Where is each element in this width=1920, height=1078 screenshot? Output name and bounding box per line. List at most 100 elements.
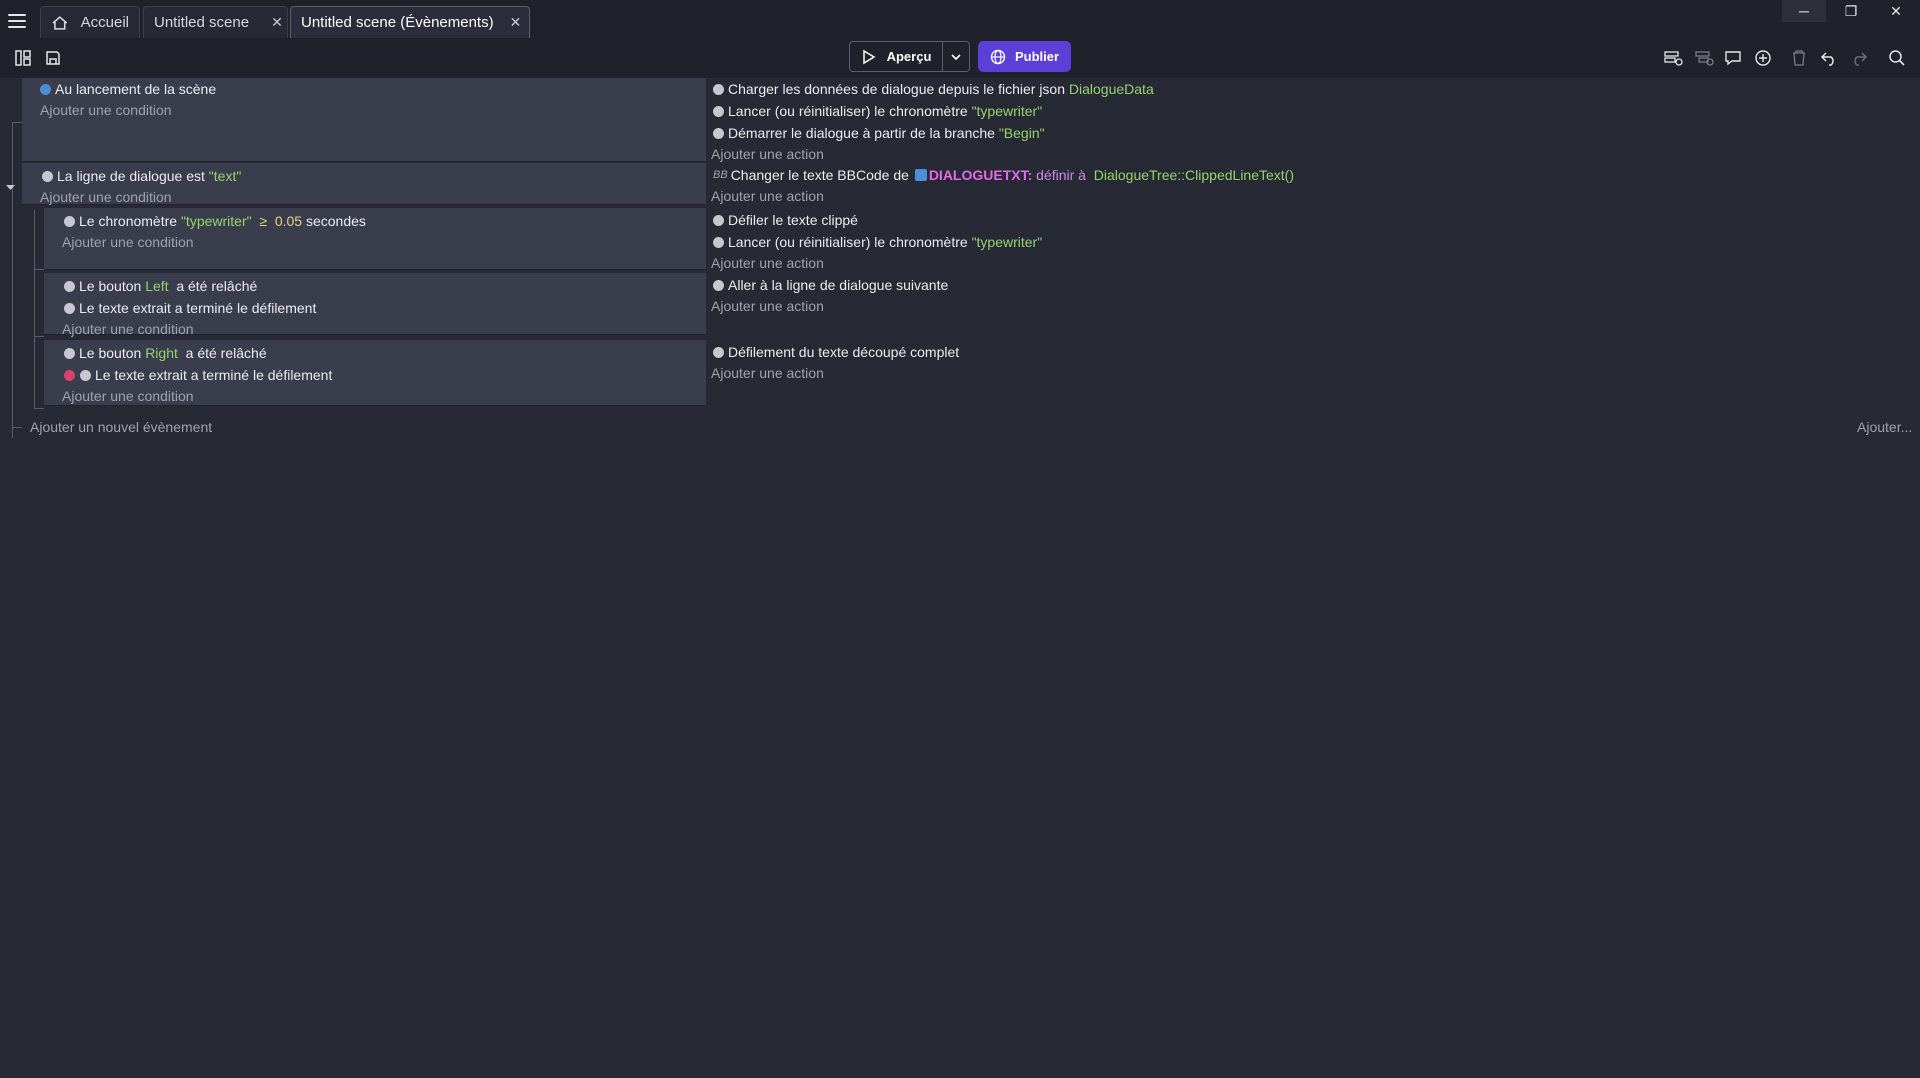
add-circle-icon[interactable] [1752,47,1774,69]
condition-scroll-finished[interactable]: Le texte extrait a terminé le défilement [64,300,316,316]
action-text: Défiler le texte clippé [728,212,858,228]
save-icon[interactable] [42,47,64,69]
title-bar: Accueil Untitled scene ✕ Untitled scene … [0,0,1920,40]
action-text: Démarrer le dialogue à partir de la bran… [728,125,995,141]
condition-text: Le texte extrait a terminé le défilement [95,367,333,383]
condition-timer[interactable]: Le chronomètre "typewriter" ≥ 0.05 secon… [64,213,366,229]
condition-button-left[interactable]: Le bouton Left a été relâché [64,278,257,294]
dialogue-icon [713,346,724,358]
dialogue-icon [713,127,724,139]
action-start-dialogue[interactable]: Démarrer le dialogue à partir de la bran… [713,125,1045,141]
play-icon [862,49,876,64]
search-icon[interactable] [1886,47,1908,69]
chevron-down-icon [951,53,961,60]
condition-value: Left [145,278,169,294]
action-text: Charger les données de dialogue depuis l… [728,81,1065,97]
add-condition-link[interactable]: Ajouter une condition [62,388,194,404]
add-condition-link[interactable]: Ajouter une condition [62,321,194,337]
home-icon [52,15,68,30]
undo-icon[interactable] [1818,47,1840,69]
tab-home[interactable]: Accueil [40,6,140,38]
add-new-event-link[interactable]: Ajouter un nouvel évènement [30,419,212,435]
condition-text: Le bouton [79,278,142,294]
redo-icon[interactable] [1848,47,1870,69]
action-start-timer[interactable]: Lancer (ou réinitialiser) le chronomètre… [713,103,1042,119]
timer-icon [713,105,724,117]
condition-scroll-finished-inverted[interactable]: Le texte extrait a terminé le défilement [64,367,332,383]
action-complete-scroll[interactable]: Défilement du texte découpé complet [713,344,959,360]
object-name: DIALOGUETXT: [928,167,1033,183]
timer-icon [713,236,724,248]
preview-button[interactable]: Aperçu [849,41,943,72]
condition-text: Le bouton [79,345,142,361]
add-action-link[interactable]: Ajouter une action [711,298,824,314]
add-condition-link[interactable]: Ajouter une condition [40,189,172,205]
close-icon[interactable]: ✕ [271,14,283,31]
add-subevent-icon[interactable] [1693,47,1715,69]
add-action-link[interactable]: Ajouter une action [711,365,824,381]
add-comment-icon[interactable] [1722,47,1744,69]
action-next-line[interactable]: Aller à la ligne de dialogue suivante [713,277,948,293]
add-more-link[interactable]: Ajouter... [1857,419,1912,435]
hamburger-menu-icon[interactable] [8,10,30,32]
condition-suffix: a été relâché [176,278,258,294]
condition-button-right[interactable]: Le bouton Right a été relâché [64,345,267,361]
tab-scene[interactable]: Untitled scene ✕ [143,6,288,38]
tab-scene-label: Untitled scene [154,14,250,31]
collapse-arrow-icon[interactable] [5,184,16,192]
condition-dialogue-line[interactable]: La ligne de dialogue est "text" [42,168,241,184]
action-load-dialogue[interactable]: Charger les données de dialogue depuis l… [713,81,1154,97]
add-event-icon[interactable] [1662,47,1684,69]
action-value: "typewriter" [971,103,1043,119]
add-condition-link[interactable]: Ajouter une condition [62,234,194,250]
mouse-icon [64,280,75,292]
preview-label: Aperçu [886,49,932,64]
tab-scene-events[interactable]: Untitled scene (Évènements) ✕ [290,6,530,38]
restore-icon[interactable]: ❐ [1829,0,1873,22]
action-scroll-text[interactable]: Défiler le texte clippé [713,212,858,228]
add-action-link[interactable]: Ajouter une action [711,146,824,162]
timer-icon [64,215,75,227]
condition-text: Au lancement de la scène [55,81,217,97]
dialogue-icon [713,279,724,291]
action-operator: définir à [1036,167,1086,183]
tree-line [34,269,44,270]
add-condition-link[interactable]: Ajouter une condition [40,102,172,118]
condition-operator: ≥ [259,213,268,229]
condition-value: Right [145,345,178,361]
action-text: Lancer (ou réinitialiser) le chronomètre [728,103,968,119]
dialogue-icon [80,369,91,381]
tab-home-label: Accueil [80,14,129,31]
action-change-bbcode[interactable]: BB Changer le texte BBCode de DIALOGUETX… [713,167,1294,183]
minimize-icon[interactable]: ─ [1782,0,1826,22]
tree-line [34,210,35,408]
panels-icon[interactable] [12,47,34,69]
globe-icon [990,49,1006,64]
tree-line [34,336,44,337]
condition-text: Le chronomètre [79,213,178,229]
publish-button[interactable]: Publier [978,41,1071,72]
action-restart-timer[interactable]: Lancer (ou réinitialiser) le chronomètre… [713,234,1042,250]
preview-dropdown[interactable] [942,41,970,72]
dialogue-icon [42,170,53,182]
action-value: DialogueData [1068,81,1154,97]
close-icon[interactable]: ✕ [510,14,522,31]
condition-scene-start[interactable]: Au lancement de la scène [40,81,216,97]
delete-icon[interactable] [1788,47,1810,69]
add-action-link[interactable]: Ajouter une action [711,255,824,271]
action-value: "Begin" [998,125,1045,141]
dialogue-icon [64,302,75,314]
action-value: "typewriter" [971,234,1043,250]
add-action-link[interactable]: Ajouter une action [711,188,824,204]
tree-line [12,427,22,428]
close-window-icon[interactable]: ✕ [1874,0,1918,22]
action-text: Aller à la ligne de dialogue suivante [728,277,949,293]
text-object-icon [914,169,927,181]
publish-label: Publier [1014,49,1060,64]
action-value: DialogueTree::ClippedLineText() [1093,167,1295,183]
dialogue-icon [713,214,724,226]
condition-suffix: a été relâché [185,345,267,361]
action-text: Lancer (ou réinitialiser) le chronomètre [728,234,968,250]
tree-line [12,122,22,123]
condition-value: "text" [208,168,242,184]
